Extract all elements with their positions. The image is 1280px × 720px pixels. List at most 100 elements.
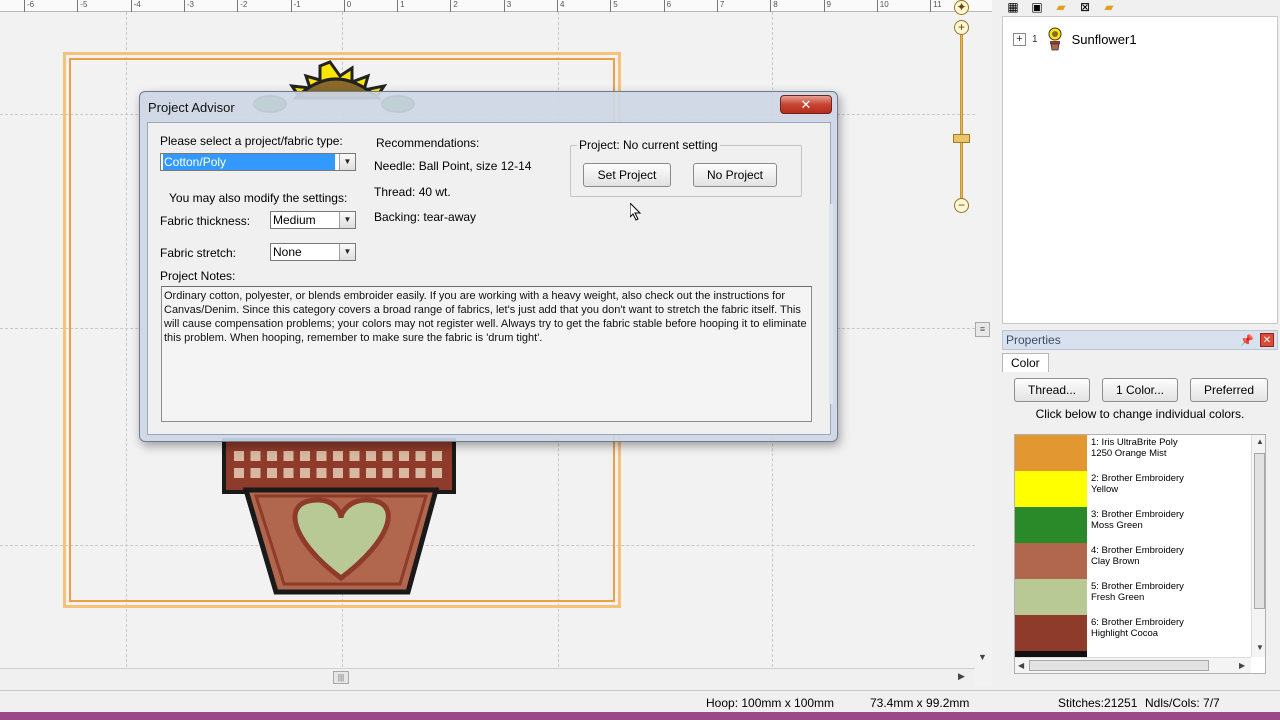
chevron-down-icon[interactable]: ▼ [339, 244, 355, 260]
color-label-line: 3: Brother Embroidery [1091, 509, 1184, 520]
color-label-line: Highlight Cocoa [1091, 628, 1159, 639]
tree-item-label: Sunflower1 [1071, 31, 1137, 47]
color-swatch[interactable] [1015, 435, 1087, 471]
properties-tabs: Color [1002, 353, 1049, 373]
project-advisor-dialog: Project Advisor ✕ Please select a projec… [139, 91, 838, 442]
rim-square [300, 468, 310, 478]
dialog-close-button[interactable]: ✕ [780, 95, 832, 114]
close-icon[interactable]: ✕ [1260, 333, 1274, 347]
hscroll-thumb[interactable] [1029, 660, 1209, 671]
color-list-vscroll[interactable]: ▲ ▼ [1251, 435, 1265, 657]
rim-square [382, 468, 393, 478]
rim-square [316, 451, 327, 461]
color-label-line: Clay Brown [1091, 556, 1140, 567]
scroll-right-icon[interactable]: ▶ [958, 671, 965, 682]
scroll-left-icon[interactable]: ◀ [1018, 661, 1024, 670]
vscroll-thumb[interactable] [1254, 453, 1265, 609]
color-swatch[interactable] [1015, 507, 1087, 543]
group-icon[interactable]: ▣ [1028, 0, 1046, 14]
tree-item-sunflower[interactable]: + 1 Sunflower1 [1013, 27, 1137, 51]
color-list[interactable]: 1: Iris UltraBrite Poly 1250 Orange Mist 2… [1014, 434, 1266, 674]
color-swatch[interactable] [1015, 543, 1087, 579]
fabric-stretch-select[interactable]: None ▼ [270, 243, 356, 261]
color-list-hscroll[interactable]: ◀ ▶ [1015, 657, 1251, 673]
scroll-down-icon[interactable]: ▼ [1256, 643, 1264, 652]
properties-title: Properties [1006, 333, 1061, 347]
expand-icon[interactable]: + [1013, 32, 1026, 46]
color-swatch[interactable] [1015, 471, 1087, 507]
one-color-button[interactable]: 1 Color... [1102, 378, 1178, 402]
rim-square [316, 468, 327, 478]
rim-square [399, 451, 409, 461]
chevron-down-icon[interactable]: ▼ [339, 212, 355, 228]
object-tree[interactable]: + 1 Sunflower1 [1002, 16, 1278, 324]
color-label-line: 4: Brother Embroidery [1091, 545, 1184, 556]
design-canvas[interactable]: -6 -5 -4 -3 -2 -1 0 1 2 3 4 5 6 7 8 9 10 11 ✦ + − ≡ [0, 0, 992, 686]
scroll-grip[interactable]: ||| [333, 671, 349, 684]
fabric-stretch-label: Fabric stretch: [160, 246, 237, 260]
pot-rim [222, 438, 456, 494]
color-label-line: Yellow [1091, 484, 1119, 495]
rim-square [300, 451, 310, 461]
fabric-thickness-select[interactable]: Medium ▼ [270, 211, 356, 229]
thread-button[interactable]: Thread... [1014, 378, 1090, 402]
color-label-line: 2: Brother Embroidery [1091, 473, 1184, 484]
color-swatch[interactable] [1015, 579, 1087, 615]
project-notes-textarea[interactable]: Ordinary cotton, polyester, or blends em… [161, 286, 812, 422]
set-project-button[interactable]: Set Project [583, 163, 671, 187]
open-folder-icon[interactable]: ▰ [1100, 0, 1118, 14]
color-label-line: 6: Brother Embroidery [1091, 617, 1184, 628]
zoom-in-icon[interactable]: + [954, 20, 969, 35]
tab-color[interactable]: Color [1002, 353, 1049, 372]
horizontal-scrollbar[interactable]: ||| ▶ [0, 668, 975, 686]
scroll-right-icon[interactable]: ▶ [1239, 661, 1245, 670]
fabric-stretch-value: None [273, 245, 302, 259]
color-list-item[interactable]: 6: Brother Embroidery Highlight Cocoa [1015, 615, 1251, 651]
color-list-item[interactable]: 3: Brother Embroidery Moss Green [1015, 507, 1251, 543]
rim-square [432, 468, 442, 478]
color-label: 1: Iris UltraBrite Poly 1250 Orange Mist [1087, 435, 1178, 471]
color-label-line: Fresh Green [1091, 592, 1145, 603]
zoom-track[interactable] [960, 26, 963, 206]
panel-grip-icon[interactable]: ≡ [975, 322, 990, 337]
color-label-line: 1: Iris UltraBrite Poly [1091, 437, 1178, 448]
color-label: 4: Brother Embroidery Clay Brown [1087, 543, 1184, 579]
color-list-item[interactable]: 2: Brother Embroidery Yellow [1015, 471, 1251, 507]
zoom-origin-icon[interactable]: ✦ [954, 0, 969, 15]
thread-recommendation: Thread: 40 wt. [374, 185, 451, 199]
color-label: 6: Brother Embroidery Highlight Cocoa [1087, 615, 1184, 651]
fabric-thickness-label: Fabric thickness: [160, 214, 251, 228]
rim-square [250, 468, 261, 478]
tree-item-number: 1 [1032, 33, 1038, 45]
pin-icon[interactable]: 📌 [1240, 334, 1254, 347]
grid-icon[interactable]: ▦ [1004, 0, 1022, 14]
color-swatch[interactable] [1015, 615, 1087, 651]
delete-icon[interactable]: ⊠ [1076, 0, 1094, 14]
chevron-down-icon[interactable]: ▼ [339, 154, 355, 170]
fabric-type-select[interactable]: Cotton/Poly ▼ [160, 153, 356, 171]
dialog-body: Please select a project/fabric type: Cot… [147, 122, 831, 435]
rim-square [234, 468, 244, 478]
color-label-line: 1250 Orange Mist [1091, 448, 1167, 459]
color-list-item[interactable]: 5: Brother Embroidery Fresh Green [1015, 579, 1251, 615]
fabric-thickness-value: Medium [273, 213, 316, 227]
scroll-up-icon[interactable]: ▲ [1256, 437, 1264, 446]
rim-square [250, 451, 261, 461]
hoop-size-status: Hoop: 100mm x 100mm [706, 696, 835, 710]
no-project-button[interactable]: No Project [693, 163, 777, 187]
modify-settings-label: You may also modify the settings: [169, 191, 348, 205]
zoom-slider[interactable]: ✦ + − [950, 0, 974, 215]
folder-icon[interactable]: ▰ [1052, 0, 1070, 14]
fabric-type-label: Please select a project/fabric type: [160, 134, 343, 148]
zoom-out-icon[interactable]: − [954, 198, 969, 213]
rim-square [283, 468, 294, 478]
zoom-thumb[interactable] [953, 134, 970, 143]
dialog-scroll-track [829, 204, 833, 404]
scroll-down-icon[interactable]: ▼ [978, 652, 987, 662]
color-list-item[interactable]: 4: Brother Embroidery Clay Brown [1015, 543, 1251, 579]
properties-panel: Properties 📌 ✕ Color Thread... 1 Color..… [1002, 330, 1278, 686]
desktop-strip [0, 712, 1280, 720]
color-list-item[interactable]: 1: Iris UltraBrite Poly 1250 Orange Mist [1015, 435, 1251, 471]
preferred-button[interactable]: Preferred [1190, 378, 1268, 402]
mouse-cursor-icon [630, 203, 642, 221]
